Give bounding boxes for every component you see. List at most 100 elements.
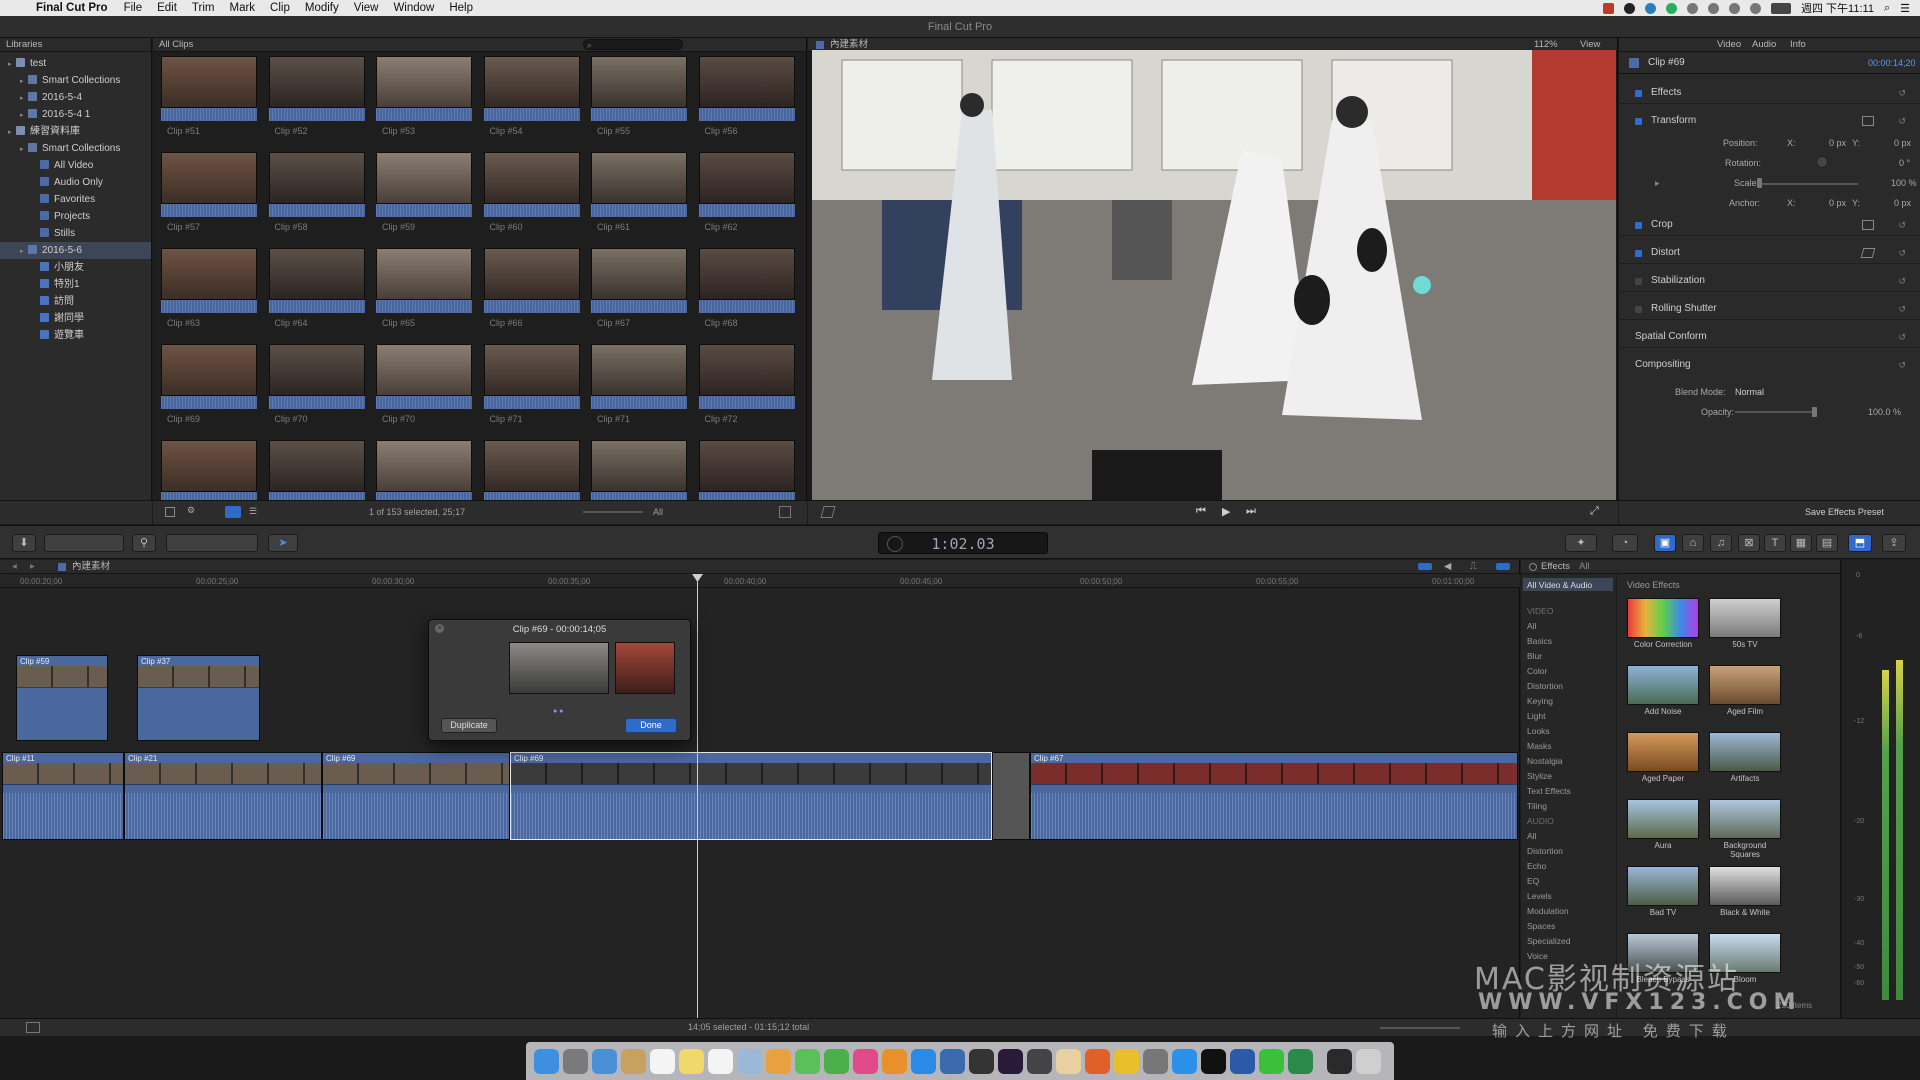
blend-mode-dropdown[interactable]: Normal — [1735, 387, 1764, 397]
titles-icon[interactable]: T — [1764, 534, 1786, 552]
app-status-icon[interactable] — [1603, 2, 1614, 14]
video-category-item[interactable]: Looks — [1527, 726, 1550, 736]
app-store-icon[interactable] — [911, 1048, 936, 1074]
transform-onscreen-icon[interactable] — [1862, 116, 1874, 126]
menu-clip[interactable]: Clip — [270, 2, 290, 14]
menu-clock[interactable]: 週四 下午11:11 — [1801, 0, 1874, 16]
video-category-item[interactable]: Keying — [1527, 696, 1553, 706]
video-category-item[interactable]: Text Effects — [1527, 786, 1571, 796]
opacity-slider[interactable] — [1735, 411, 1815, 413]
reset-icon[interactable]: ↺ — [1898, 326, 1906, 348]
generators-icon[interactable]: ▦ — [1790, 534, 1812, 552]
photo-app-icon[interactable] — [1056, 1048, 1081, 1074]
time-machine-icon[interactable] — [1687, 2, 1698, 14]
spatial-conform-section[interactable]: Spatial Conform ↺ — [1619, 326, 1920, 348]
connected-clip[interactable]: Clip #59 — [16, 655, 108, 741]
effect-tile[interactable]: Color Correction — [1627, 598, 1699, 649]
anchor-x-value[interactable]: 0 px — [1829, 198, 1846, 208]
import-icon[interactable]: ⬇ — [12, 534, 36, 552]
video-category-item[interactable]: Blur — [1527, 651, 1542, 661]
timeline-clip[interactable]: Clip #21 — [124, 752, 322, 840]
video-category-item[interactable]: Distortion — [1527, 681, 1563, 691]
effect-tile[interactable]: Aged Film — [1709, 665, 1781, 716]
disclosure-triangle-icon[interactable]: ▸ — [8, 56, 16, 73]
clip-thumbnail[interactable]: Clip #60 — [483, 152, 580, 232]
audio-category-item[interactable]: Distortion — [1527, 846, 1563, 856]
chrome-icon[interactable] — [1114, 1048, 1139, 1074]
effect-tile[interactable]: Artifacts — [1709, 732, 1781, 783]
tab-info[interactable]: Info — [1790, 38, 1806, 52]
contacts-icon[interactable] — [621, 1048, 646, 1074]
browser-filter-dropdown[interactable]: All Clips — [159, 38, 193, 52]
rolling-shutter-section[interactable]: Rolling Shutter ↺ — [1619, 298, 1920, 320]
library-row[interactable]: ▸ Smart Collections — [0, 72, 151, 89]
save-effects-preset-button[interactable]: Save Effects Preset — [1805, 507, 1884, 517]
effect-tile[interactable]: 50s TV — [1709, 598, 1781, 649]
timeline-clip-selected[interactable]: Clip #69 — [510, 752, 992, 840]
effect-tile[interactable]: Aged Paper — [1627, 732, 1699, 783]
library-row[interactable]: 特別1 — [0, 276, 151, 293]
stabilization-checkbox[interactable] — [1635, 278, 1642, 285]
select-tool-icon[interactable]: ➤ — [268, 534, 298, 552]
library-row[interactable]: Stills — [0, 225, 151, 242]
library-toggle-icon[interactable] — [165, 507, 175, 517]
menu-mark[interactable]: Mark — [229, 2, 255, 14]
clip-thumbnail[interactable]: Clip #69 — [161, 344, 257, 424]
clip-appearance-icon[interactable] — [779, 506, 791, 518]
clip-zoom-slider[interactable] — [583, 511, 643, 513]
themes-icon[interactable]: ▤ — [1816, 534, 1838, 552]
ibooks-icon[interactable] — [882, 1048, 907, 1074]
clip-thumbnail[interactable]: Clip #70 — [268, 344, 365, 424]
keyword-tools[interactable] — [44, 534, 124, 552]
audition-alt-thumbnail[interactable] — [615, 642, 675, 694]
scale-slider[interactable] — [1758, 183, 1858, 185]
timeline-clip[interactable]: Clip #67 — [1030, 752, 1518, 840]
enhancements-icon[interactable]: ✦ — [1565, 534, 1597, 552]
downloads-icon[interactable] — [1327, 1048, 1352, 1074]
anchor-y-value[interactable]: 0 px — [1894, 198, 1911, 208]
clip-thumbnail[interactable]: Clip #65 — [376, 248, 472, 328]
tab-audio[interactable]: Audio — [1752, 38, 1776, 52]
scale-slider-knob[interactable] — [1757, 178, 1762, 188]
effect-tile[interactable]: Bad TV — [1627, 866, 1699, 917]
premiere-icon[interactable] — [998, 1048, 1023, 1074]
crop-section[interactable]: Crop ↺ — [1619, 214, 1920, 236]
clip-thumbnail[interactable]: Clip #67 — [591, 248, 687, 328]
disclosure-triangle-icon[interactable]: ▸ — [20, 141, 28, 158]
scale-disclosure-icon[interactable]: ▸ — [1655, 178, 1660, 189]
menu-edit[interactable]: Edit — [157, 2, 177, 14]
clip-thumbnail[interactable]: Clip #54 — [483, 56, 580, 136]
itunes-icon[interactable] — [853, 1048, 878, 1074]
history-forward-icon[interactable]: ▸ — [30, 560, 35, 574]
clip-thumbnail[interactable]: Clip #71 — [483, 344, 580, 424]
library-row[interactable]: 謝同學 — [0, 310, 151, 327]
library-row[interactable]: All Video — [0, 157, 151, 174]
library-row[interactable]: ▸ 2016-5-6 — [0, 242, 151, 259]
clip-thumbnail[interactable]: Clip #55 — [591, 56, 687, 136]
music-icon[interactable]: ♫ — [1710, 534, 1732, 552]
crop-checkbox[interactable] — [1635, 222, 1642, 229]
rotation-dial[interactable] — [1816, 156, 1828, 168]
trash-icon[interactable] — [1356, 1048, 1381, 1074]
reset-icon[interactable]: ↺ — [1898, 242, 1906, 264]
effect-tile[interactable]: Aura — [1627, 799, 1699, 850]
reset-icon[interactable]: ↺ — [1898, 298, 1906, 320]
compositing-section[interactable]: Compositing ↺ — [1619, 354, 1920, 376]
clip-thumbnail[interactable]: Clip #58 — [268, 152, 365, 232]
effects-checkbox[interactable] — [1635, 90, 1642, 97]
gear-icon[interactable]: ⚙ — [187, 505, 195, 516]
clip-thumbnail[interactable]: Clip #63 — [161, 248, 257, 328]
finder-icon[interactable] — [534, 1048, 559, 1074]
library-row[interactable]: Favorites — [0, 191, 151, 208]
safari-icon[interactable] — [1172, 1048, 1197, 1074]
edit-buttons[interactable] — [166, 534, 258, 552]
effect-tile[interactable]: Black & White — [1709, 866, 1781, 917]
menu-help[interactable]: Help — [449, 2, 473, 14]
line-app-icon[interactable] — [1259, 1048, 1284, 1074]
transform-tool-icon[interactable] — [820, 506, 836, 518]
clip-thumbnail[interactable]: Clip #56 — [698, 56, 795, 136]
video-category-item[interactable]: Color — [1527, 666, 1547, 676]
video-frame[interactable] — [812, 50, 1616, 502]
audio-category-item[interactable]: EQ — [1527, 876, 1539, 886]
clip-appearance-toggle[interactable] — [1418, 563, 1432, 570]
